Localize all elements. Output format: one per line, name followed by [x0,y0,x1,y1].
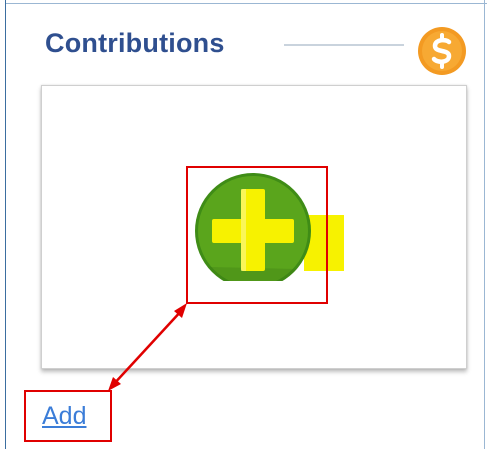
frame-top-border [0,0,487,4]
add-circle-icon[interactable] [192,171,352,281]
contributions-panel-screenshot: Contributions Add [0,0,487,449]
add-link[interactable]: Add [42,402,86,431]
panel-title: Contributions [45,28,225,58]
frame-left-border [0,0,6,449]
dollar-coin-icon [418,27,466,75]
title-divider [284,44,404,46]
